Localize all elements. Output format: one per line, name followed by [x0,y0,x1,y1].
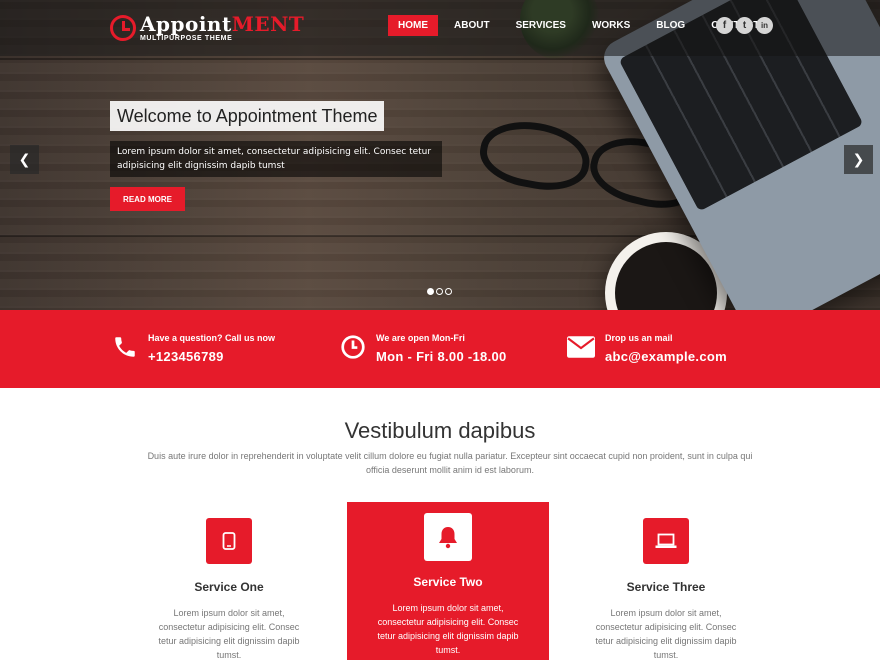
contact-info-bar: Have a question? Call us now +123456789 … [0,310,880,388]
service-card-three[interactable]: Service Three Lorem ipsum dolor sit amet… [565,502,767,660]
info-value: +123456789 [148,349,224,364]
site-header: Appointment MULTIPURPOSE THEME HOME ABOU… [0,0,880,56]
social-links: f t in [716,17,776,34]
mail-icon [567,336,595,358]
read-more-button[interactable]: READ MORE [110,187,185,211]
logo-title: Appointment [140,12,305,36]
info-label: Have a question? Call us now [148,333,276,343]
slider-dot[interactable] [427,288,434,295]
service-card-one[interactable]: Service One Lorem ipsum dolor sit amet, … [128,502,330,660]
linkedin-icon[interactable]: in [756,17,773,34]
service-name: Service One [194,580,264,594]
service-name: Service Two [413,575,483,589]
slider-dot[interactable] [445,288,452,295]
service-text: Lorem ipsum dolor sit amet, consectetur … [595,608,737,660]
nav-blog[interactable]: BLOG [646,15,695,36]
site-logo[interactable]: Appointment MULTIPURPOSE THEME [110,14,304,42]
info-value: abc@example.com [605,349,727,364]
info-value: Mon - Fri 8.00 -18.00 [376,349,507,364]
nav-about[interactable]: ABOUT [444,15,500,36]
slide-title: Welcome to Appointment Theme [110,101,385,131]
info-phone: Have a question? Call us now +123456789 [112,333,275,364]
laptop-icon [643,518,689,564]
nav-works[interactable]: WORKS [582,15,640,36]
facebook-icon[interactable]: f [716,17,733,34]
info-label: We are open Mon-Fri [376,333,465,343]
bell-icon [424,513,472,561]
info-hours: We are open Mon-Fri Mon - Fri 8.00 -18.0… [340,333,507,364]
service-card-two[interactable]: Service Two Lorem ipsum dolor sit amet, … [347,502,549,660]
info-label: Drop us an mail [605,333,673,343]
services-title: Vestibulum dapibus [344,418,536,443]
clock-logo-icon [110,15,136,41]
slider-pagination [427,288,454,295]
slider-prev-arrow-icon[interactable]: ❮ [10,145,39,174]
service-text: Lorem ipsum dolor sit amet, consectetur … [377,603,519,655]
twitter-icon[interactable]: t [736,17,753,34]
service-text: Lorem ipsum dolor sit amet, consectetur … [158,608,300,660]
logo-subtitle: MULTIPURPOSE THEME [140,35,233,42]
service-name: Service Three [626,580,706,594]
nav-home[interactable]: HOME [388,15,438,36]
hero-slider: Appointment MULTIPURPOSE THEME HOME ABOU… [0,0,880,310]
clock-icon [341,335,365,359]
mobile-icon [206,518,252,564]
slide-text: Lorem ipsum dolor sit amet, consectetur … [110,141,442,177]
slider-next-arrow-icon[interactable]: ❯ [844,145,873,174]
services-description: Duis aute irure dolor in reprehenderit i… [147,451,753,475]
info-mail: Drop us an mail abc@example.com [567,333,727,364]
slider-dot[interactable] [436,288,443,295]
phone-icon [115,337,135,357]
nav-services[interactable]: SERVICES [506,15,576,36]
